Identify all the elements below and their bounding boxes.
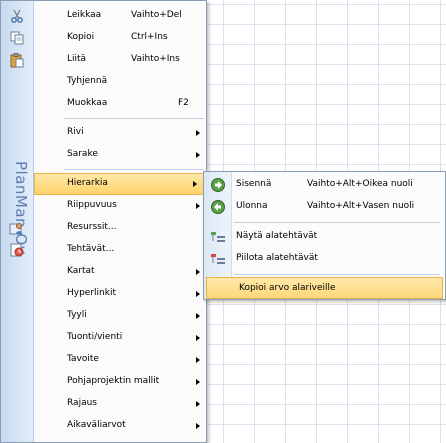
menu-item-label: Tehtävät... [67, 244, 115, 254]
menu-item-label: Hierarkia [67, 178, 108, 188]
resources-icon [9, 220, 25, 236]
menu-item-maps[interactable]: Kartat [34, 261, 206, 283]
submenu-item-label: Sisennä [236, 179, 272, 189]
submenu-item-outdent[interactable]: Ulonna Vaihto+Alt+Vasen nuoli [206, 196, 443, 218]
submenu-arrow-icon [196, 423, 200, 429]
submenu-item-label: Ulonna [236, 201, 268, 211]
submenu-arrow-icon [196, 401, 200, 407]
submenu-item-label: Kopioi arvo alariveille [239, 283, 336, 293]
context-menu: PlanMan Oy Leikkaa Vaihto+Del Kopioi Ctr… [0, 0, 207, 443]
menu-item-cut[interactable]: Leikkaa Vaihto+Del [11, 5, 206, 27]
menu-item-import-export[interactable]: Tuonti/vienti [34, 327, 206, 349]
menu-item-label: Tyhjennä [67, 76, 108, 86]
menu-item-copy[interactable]: Kopioi Ctrl+Ins [10, 27, 206, 49]
menu-item-time-interval-values[interactable]: Aikaväliarvot [34, 415, 206, 437]
shortcut-label: F2 [178, 98, 189, 108]
indent-icon [210, 177, 226, 193]
menu-item-hierarchy[interactable]: Hierarkia [34, 173, 204, 195]
menu-item-label: Rajaus [67, 398, 97, 408]
menu-item-row[interactable]: Rivi [34, 122, 206, 144]
menu-item-label: Aikaväliarvot [67, 420, 126, 430]
shortcut-label: Vaihto+Ins [131, 54, 180, 64]
shortcut-label: Ctrl+Ins [131, 32, 168, 42]
shortcut-label: Vaihto+Alt+Oikea nuoli [307, 179, 413, 189]
submenu-arrow-icon [196, 313, 200, 319]
submenu-arrow-icon [196, 357, 200, 363]
shortcut-label: Vaihto+Del [131, 10, 182, 20]
menu-item-style[interactable]: Tyyli [34, 305, 206, 327]
submenu-arrow-icon [196, 269, 200, 275]
menu-item-label: Tuonti/vienti [67, 332, 123, 342]
outdent-icon [210, 199, 226, 215]
menu-item-label: Kartat [67, 266, 95, 276]
menu-separator [64, 169, 204, 170]
submenu-item-hide-subtasks[interactable]: Piilota alatehtävät [206, 248, 443, 270]
submenu-arrow-icon [196, 335, 200, 341]
menu-item-paste[interactable]: Liitä Vaihto+Ins [10, 49, 206, 71]
menu-item-label: Hyperlinkit [67, 288, 116, 298]
menu-item-label: Tyyli [67, 310, 87, 320]
menu-item-filter[interactable]: Rajaus [34, 393, 206, 415]
menu-item-label: Muokkaa [67, 98, 108, 108]
menu-item-label: Liitä [67, 54, 87, 64]
scissors-icon [9, 8, 25, 24]
menu-item-tasks[interactable]: Tehtävät... [10, 239, 206, 261]
menu-item-hyperlinks[interactable]: Hyperlinkit [34, 283, 206, 305]
menu-item-label: Resurssit... [67, 222, 117, 232]
menu-item-label: Pohjaprojektin mallit [67, 376, 160, 386]
paste-icon [9, 52, 25, 68]
menu-item-label: Kopioi [67, 32, 95, 42]
shortcut-label: Vaihto+Alt+Vasen nuoli [307, 201, 415, 211]
menu-item-target[interactable]: Tavoite [34, 349, 206, 371]
menu-item-label: Rivi [67, 127, 84, 137]
menu-item-column[interactable]: Sarake [34, 144, 206, 166]
tasks-icon [9, 242, 25, 258]
submenu-separator [234, 274, 440, 275]
submenu-arrow-icon [196, 130, 200, 136]
submenu-arrow-icon [196, 291, 200, 297]
hierarchy-submenu: Sisennä Vaihto+Alt+Oikea nuoli Ulonna Va… [203, 171, 446, 300]
menu-item-template-projects[interactable]: Pohjaprojektin mallit [34, 371, 206, 393]
submenu-item-label: Piilota alatehtävät [236, 253, 318, 263]
submenu-item-copy-value-down[interactable]: Kopioi arvo alariveille [206, 277, 443, 299]
menu-item-label: Tavoite [67, 354, 99, 364]
menu-separator [64, 118, 204, 119]
show-subtasks-icon [210, 229, 226, 245]
menu-item-clear[interactable]: Tyhjennä [34, 71, 206, 93]
submenu-separator [234, 222, 440, 223]
menu-item-label: Sarake [67, 149, 98, 159]
menu-item-edit[interactable]: Muokkaa F2 [34, 93, 206, 115]
menu-item-label: Leikkaa [67, 10, 102, 20]
submenu-arrow-icon [193, 181, 197, 187]
submenu-arrow-icon [196, 152, 200, 158]
submenu-arrow-icon [196, 379, 200, 385]
menu-item-label: Riippuvuus [67, 200, 117, 210]
submenu-item-indent[interactable]: Sisennä Vaihto+Alt+Oikea nuoli [206, 174, 443, 196]
menu-item-resources[interactable]: Resurssit... [9, 217, 206, 239]
copy-icon [9, 30, 25, 46]
submenu-arrow-icon [196, 203, 200, 209]
hide-subtasks-icon [210, 251, 226, 267]
menu-item-dependency[interactable]: Riippuvuus [34, 195, 206, 217]
submenu-item-show-subtasks[interactable]: Näytä alatehtävät [206, 226, 443, 248]
submenu-item-label: Näytä alatehtävät [236, 231, 318, 241]
